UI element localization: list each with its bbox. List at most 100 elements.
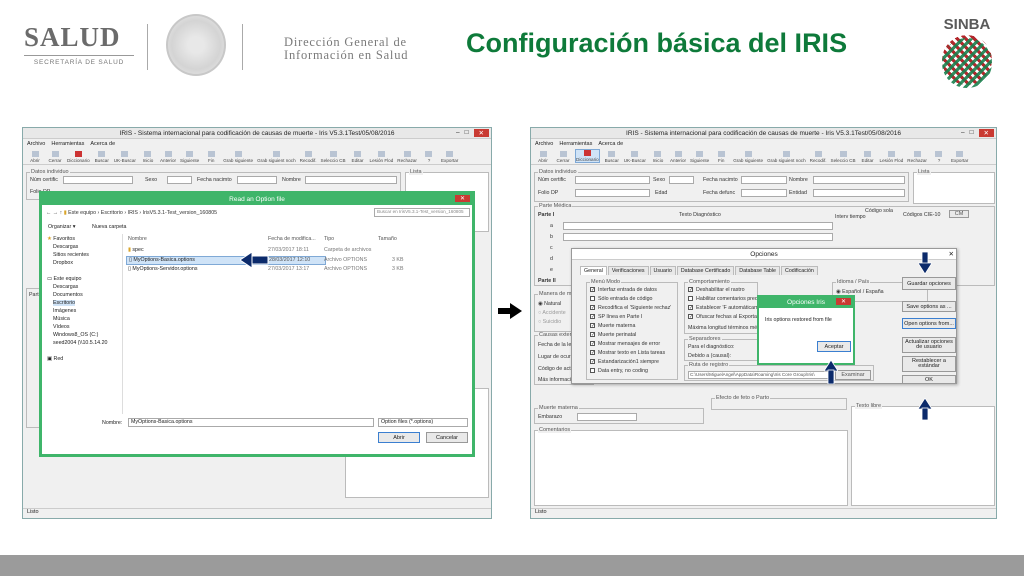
checked-box-icon[interactable]: ✓ [590,323,595,329]
toolbar-lesion[interactable]: Lesión Flod [370,151,393,163]
toolbar-cerrar[interactable]: Cerrar [555,151,571,163]
fecha-nacim-field[interactable] [237,176,277,184]
option-checkbox[interactable]: ✓ Ofuscar fechas al Exportar [688,314,759,320]
save-options-as-button[interactable]: Save options as ... [902,301,956,312]
breadcrumb-item[interactable]: Escritorio [101,210,123,216]
close-icon[interactable]: ✕ [978,129,994,137]
toolbar-buscar[interactable]: Buscar [604,151,620,163]
open-options-from-button[interactable]: Open options from... [902,318,956,329]
nav-item[interactable]: ▭ Este equipo [47,276,81,282]
toolbar-diccionario[interactable]: Diccionario [67,151,90,163]
nav-item[interactable]: ★ Favoritos [47,236,75,242]
maximize-icon[interactable]: □ [465,129,469,137]
col-header[interactable]: Tipo [324,236,334,242]
checked-box-icon[interactable]: ✓ [590,341,595,347]
toolbar-exportar[interactable]: Exportar [441,151,458,163]
option-checkbox[interactable]: ✓ Interfaz entrada de datos [590,287,657,293]
toolbar-grab-siguiente[interactable]: Grab siguiente [733,151,763,163]
toolbar-grab-noch[interactable]: Grab siguient noch [767,151,806,163]
option-checkbox[interactable]: ✓ Mostrar texto en Lista tareas [590,350,665,356]
tab-general[interactable]: General [580,266,607,275]
menu-herramientas[interactable]: Herramientas [51,141,84,147]
nav-item[interactable]: Descargas [53,284,78,290]
breadcrumb-item[interactable]: IrisV5.3.1-Test_version_160805 [143,210,218,216]
minimize-icon[interactable]: – [961,129,965,137]
nav-item[interactable]: Windows8_OS (C:) [53,332,98,338]
tab-codificacion[interactable]: Codificación [781,266,818,275]
checked-box-icon[interactable]: ✓ [688,314,693,320]
nombre-field[interactable] [305,176,397,184]
toolbar-seleccio[interactable]: Seleccio CB [831,151,856,163]
cancel-button[interactable]: Cancelar [426,432,468,443]
back-icon[interactable]: ← [46,210,51,216]
checked-box-icon[interactable]: ✓ [688,305,693,311]
option-checkbox[interactable]: Sólo entrada de código [590,296,652,302]
close-icon[interactable]: ✕ [473,129,489,137]
checked-box-icon[interactable]: ✓ [590,350,595,356]
toolbar-buscar[interactable]: Buscar [94,151,110,163]
toolbar-siguiente[interactable]: Siguiente [180,151,199,163]
toolbar-recodif[interactable]: Recodif. [300,151,317,163]
sexo-field[interactable] [167,176,192,184]
examinar-button[interactable]: Examinar [835,370,871,380]
col-header[interactable]: Nombre [128,236,147,242]
checked-box-icon[interactable]: ✓ [590,287,595,293]
toolbar-seleccio[interactable]: Seleccio CB [321,151,346,163]
option-checkbox[interactable]: Data entry, no coding [590,368,648,374]
toolbar-diccionario[interactable]: Diccionario [575,149,600,163]
option-checkbox[interactable]: ✓ Recodifica el 'Siguiente rechaz' [590,305,671,311]
toolbar-siguiente[interactable]: Siguiente [690,151,709,163]
unchecked-box-icon[interactable] [590,296,595,302]
option-checkbox[interactable]: ✓ SP línea en Parte I [590,314,642,320]
toolbar-inicio[interactable]: Inicio [140,151,156,163]
radio-natural[interactable]: ◉ Natural [538,301,561,307]
fecha-defunc-field[interactable] [741,189,787,197]
tab-db-certificado[interactable]: Database Certificado [676,266,735,275]
unchecked-box-icon[interactable] [688,296,693,302]
diag-field-b[interactable] [563,233,833,241]
tab-db-table[interactable]: Database Table [735,266,780,275]
guardar-opciones-button[interactable]: Guardar opciones [902,277,956,290]
toolbar-grab-siguiente[interactable]: Grab siguiente [223,151,253,163]
nav-item[interactable]: ▣ Red [47,356,63,362]
nav-item[interactable]: Escritorio [53,300,76,306]
toolbar-grab-noch[interactable]: Grab siguient noch [257,151,296,163]
tab-verificaciones[interactable]: Verificaciones [607,266,649,275]
close-icon[interactable]: ✕ [949,250,954,258]
sexo-field[interactable] [669,176,694,184]
radio-accidente[interactable]: ○ Accidente [538,310,566,316]
toolbar-rechazar[interactable]: Rechazar [397,151,417,163]
nav-item[interactable]: Dropbox [53,260,73,266]
unchecked-box-icon[interactable] [590,368,595,374]
breadcrumb-item[interactable]: Este equipo [68,210,96,216]
dialog-search-input[interactable]: Buscar en IrisV5.3.1-Test_version_160805 [374,208,470,217]
menu-archivo[interactable]: Archivo [27,141,45,147]
toolbar-editar[interactable]: Editar [860,151,876,163]
nombre-field[interactable] [813,176,905,184]
toolbar-help[interactable]: ? [931,151,947,163]
menu-acerca[interactable]: Acerca de [90,141,115,147]
menu-acerca[interactable]: Acerca de [598,141,623,147]
option-checkbox[interactable]: ✓ Muerte materna [590,323,635,329]
col-header[interactable]: Fecha de modifica... [268,236,316,242]
num-certific-field[interactable] [63,176,133,184]
entidad-field[interactable] [813,189,905,197]
toolbar-anterior[interactable]: Anterior [670,151,686,163]
file-row-selected[interactable]: ▯ MyOptions-Basica.options 28/03/2017 12… [126,256,326,265]
actualizar-opciones-button[interactable]: Actualizar opciones de usuario [902,337,956,353]
toolbar-abrir[interactable]: Abrir [535,151,551,163]
option-checkbox[interactable]: ✓ Muerte perinatal [590,332,636,338]
checked-box-icon[interactable]: ✓ [590,305,595,311]
toolbar-editar[interactable]: Editar [350,151,366,163]
close-icon[interactable]: ✕ [835,298,851,305]
toolbar-cerrar[interactable]: Cerrar [47,151,63,163]
ok-button[interactable]: OK [902,375,956,384]
filename-input[interactable]: MyOptions-Basica.options [128,418,374,427]
diag-field-a[interactable] [563,222,833,230]
option-checkbox[interactable]: ✓ Mostrar mensajes de error [590,341,660,347]
fecha-nacim-field[interactable] [741,176,787,184]
checked-box-icon[interactable]: ✓ [688,287,693,293]
toolbar-anterior[interactable]: Anterior [160,151,176,163]
num-certific-field[interactable] [575,176,650,184]
nav-item[interactable]: Sitios recientes [53,252,89,258]
